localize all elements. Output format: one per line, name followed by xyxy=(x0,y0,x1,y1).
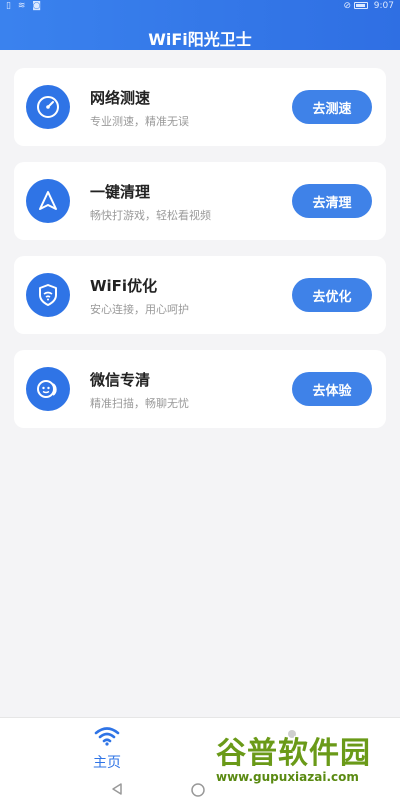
card-subtitle: 畅快打游戏，轻松看视频 xyxy=(90,209,211,222)
shield-wifi-icon xyxy=(26,273,70,317)
feature-card-wechat-clean[interactable]: 微信专清 精准扫描，畅聊无忧 去体验 xyxy=(14,350,386,428)
app-title: WiFi阳光卫士 xyxy=(148,30,252,49)
card-title: 网络测速 xyxy=(90,89,151,107)
chat-bubble-icon xyxy=(26,367,70,411)
watermark-title: 谷普软件园 xyxy=(216,736,371,771)
navigation-arrow-icon xyxy=(26,179,70,223)
speed-test-button[interactable]: 去测速 xyxy=(292,90,372,124)
site-watermark: 谷普软件园 www.gupuxiazai.com xyxy=(216,728,394,794)
app-header: ▯ ≋ ◙ ⊘ 9:07 WiFi阳光卫士 xyxy=(0,0,400,50)
tab-home-label: 主页 xyxy=(93,755,121,771)
signal-icon: ▯ ≋ ◙ xyxy=(6,1,43,11)
speedometer-icon xyxy=(26,85,70,129)
battery-icon xyxy=(353,2,368,9)
home-circle-icon[interactable] xyxy=(190,782,206,798)
status-right: ⊘ 9:07 xyxy=(344,1,395,11)
back-triangle-icon[interactable] xyxy=(110,782,124,796)
wifi-icon xyxy=(94,727,120,746)
cleanup-button[interactable]: 去清理 xyxy=(292,184,372,218)
status-bar: ▯ ≋ ◙ ⊘ 9:07 xyxy=(0,0,400,14)
tab-home[interactable]: 主页 xyxy=(72,726,142,772)
feature-card-speed-test[interactable]: 网络测速 专业测速，精准无误 去测速 xyxy=(14,68,386,146)
watermark-url: www.gupuxiazai.com xyxy=(216,770,359,784)
optimize-button[interactable]: 去优化 xyxy=(292,278,372,312)
card-subtitle: 安心连接，用心呵护 xyxy=(90,303,189,316)
status-time: 9:07 xyxy=(373,1,394,11)
card-subtitle: 专业测速，精准无误 xyxy=(90,115,189,128)
card-title: 一键清理 xyxy=(90,183,151,201)
feature-card-cleanup[interactable]: 一键清理 畅快打游戏，轻松看视频 去清理 xyxy=(14,162,386,240)
mute-icon: ⊘ xyxy=(343,1,354,11)
card-subtitle: 精准扫描，畅聊无忧 xyxy=(90,397,189,410)
card-title: WiFi优化 xyxy=(90,277,158,295)
card-title: 微信专清 xyxy=(90,371,151,389)
feature-card-wifi-optimize[interactable]: WiFi优化 安心连接，用心呵护 去优化 xyxy=(14,256,386,334)
wechat-clean-button[interactable]: 去体验 xyxy=(292,372,372,406)
